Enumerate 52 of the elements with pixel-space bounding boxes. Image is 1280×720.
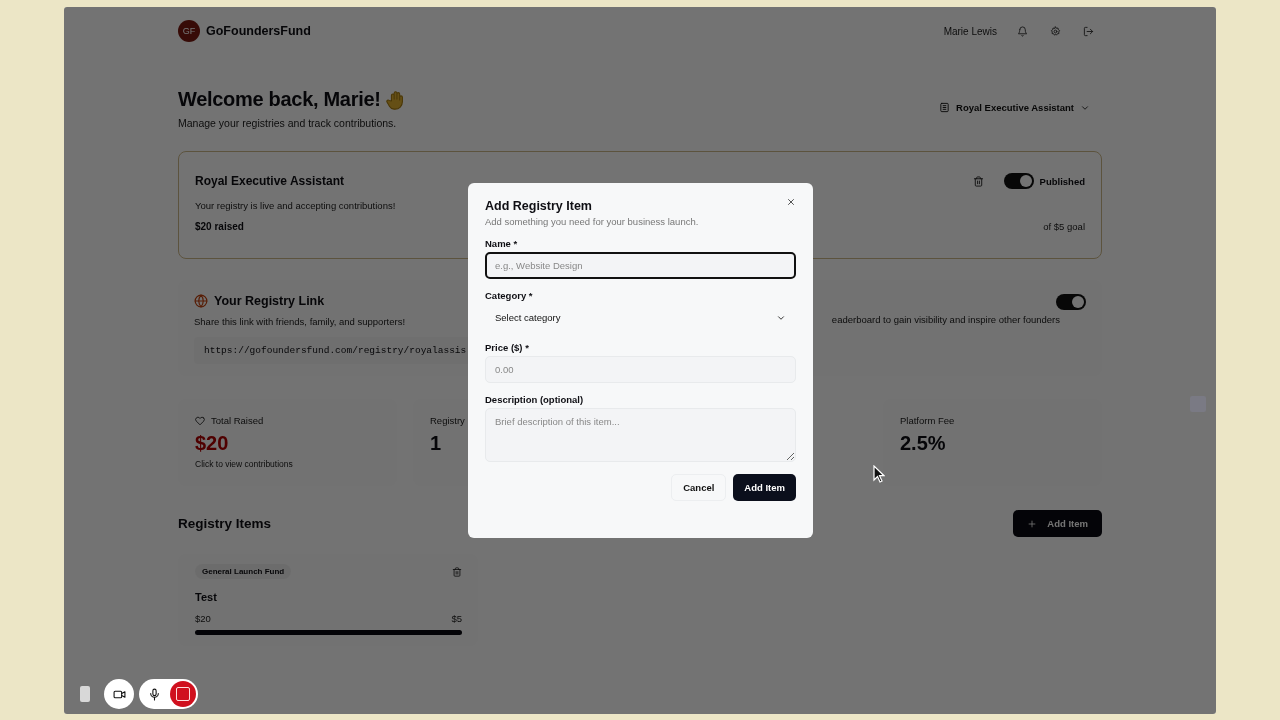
stop-button[interactable] <box>170 681 196 707</box>
field-label: Name * <box>485 238 519 249</box>
close-icon[interactable] <box>786 197 796 207</box>
add-item-button[interactable]: Add Item <box>1013 510 1102 537</box>
raised-amount: $20 <box>195 613 211 624</box>
category-badge: General Launch Fund <box>195 564 292 579</box>
registry-title: Royal Executive Assistant <box>195 174 344 188</box>
page-subtitle: Manage your registries and track contributions. <box>178 117 398 129</box>
brand-name: GoFoundersFund <box>206 24 311 38</box>
plus-icon <box>1027 518 1038 529</box>
raised-amount: $20 raised <box>195 221 244 232</box>
registry-description: Your registry is live and accepting contributions! <box>195 200 396 211</box>
card-description: eaderboard to gain visibility and inspire other founders <box>831 314 1061 325</box>
toggle-switch[interactable] <box>1056 294 1086 310</box>
dialog-subtitle: Add something you need for your business launch. <box>485 216 700 227</box>
logout-icon[interactable] <box>1083 25 1094 37</box>
status-label: Published <box>1039 175 1085 187</box>
cancel-button[interactable]: Cancel <box>671 474 727 501</box>
add-item-button[interactable]: Add Item <box>733 474 796 501</box>
microphone-icon[interactable] <box>148 687 161 701</box>
stat-value: 2.5% <box>900 432 947 455</box>
item-name: Test <box>195 591 218 603</box>
text-area[interactable]: Brief description of this item... <box>485 408 796 462</box>
bell-icon[interactable] <box>1017 25 1028 37</box>
section-title: Registry Items <box>178 516 272 531</box>
stat-note: Click to view contributions <box>195 459 294 469</box>
settings-icon[interactable] <box>1050 25 1061 37</box>
stat-value: 1 <box>430 432 443 455</box>
field-label: Description (optional) <box>485 394 585 405</box>
heart-icon <box>195 415 205 426</box>
trash-icon[interactable] <box>972 175 984 187</box>
stat-label: Platform Fee <box>900 415 955 426</box>
select-field[interactable]: Select category <box>485 304 796 331</box>
stat-label: Registry <box>430 415 465 426</box>
toggle-switch[interactable] <box>1003 173 1034 189</box>
stat-value: $20 <box>195 432 230 455</box>
field-label: Price ($) * <box>485 342 530 353</box>
page-title: Welcome back, Marie! <box>178 88 381 111</box>
registry-selector[interactable]: Royal Executive Assistant <box>939 102 1102 113</box>
field-label: Category * <box>485 290 534 301</box>
stat-label: Total Raised <box>211 415 264 426</box>
dialog-title: Add Registry Item <box>485 199 592 213</box>
goal-amount: of $5 goal <box>1043 221 1085 232</box>
trash-icon[interactable] <box>452 566 462 577</box>
globe-icon <box>194 294 208 308</box>
user-name: Marie Lewis <box>943 25 997 37</box>
card-description: Share this link with friends, family, and supporters! <box>194 316 406 327</box>
card-title: Your Registry Link <box>214 294 325 308</box>
drag-handle-icon[interactable] <box>80 686 90 702</box>
brand-logo: GF <box>178 20 200 42</box>
goal-amount: $5 <box>451 613 462 624</box>
input-field[interactable]: e.g., Website Design <box>485 252 796 279</box>
